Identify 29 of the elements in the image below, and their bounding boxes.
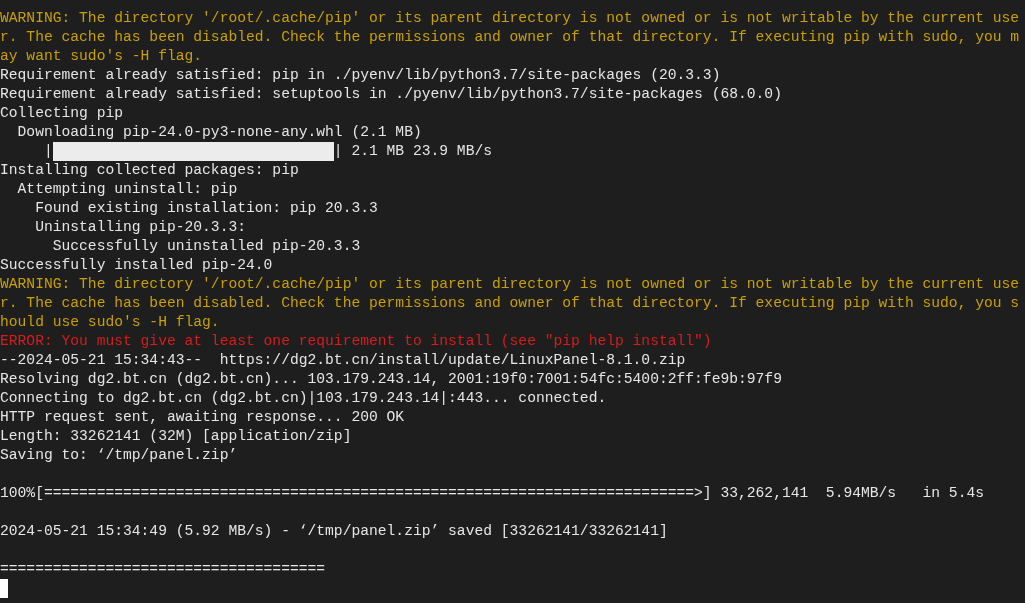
warning-line: ay want sudo's -H flag.: [0, 47, 203, 66]
output-line: Uninstalling pip-20.3.3:: [34, 218, 246, 237]
output-line: Length: 33262141 (32M) [application/zip]: [0, 427, 352, 446]
progress-bar-edge: |: [42, 142, 53, 161]
error-line: ERROR: You must give at least one requirement to install (see "pip help install"): [0, 332, 712, 351]
warning-line: r. The cache has been disabled. Check the permissions and owner of that directory. If executing pip with sudo, you m: [0, 28, 1020, 47]
warning-line: hould use sudo's -H flag.: [0, 313, 220, 332]
warning-line: r. The cache has been disabled. Check the permissions and owner of that directory. If executing pip with sudo, you s: [0, 294, 1020, 313]
output-line: Requirement already satisfied: pip in ./pyenv/lib/python3.7/site-packages (20.3.3): [0, 66, 721, 85]
output-line: Saving to: ‘/tmp/panel.zip’: [0, 446, 238, 465]
output-line: Connecting to dg2.bt.cn (dg2.bt.cn)|103.179.243.14|:443... connected.: [0, 389, 607, 408]
warning-line: WARNING: The directory '/root/.cache/pip' or its parent directory is not owned or is not writable by the current use: [0, 9, 1020, 28]
output-line: Resolving dg2.bt.cn (dg2.bt.cn)... 103.179.243.14, 2001:19f0:7001:54fc:5400:2ff:fe9b:97f9: [0, 370, 782, 389]
warning-line: WARNING: The directory '/root/.cache/pip' or its parent directory is not owned or is not writable by the current use: [0, 275, 1020, 294]
output-line: 100%[==========================================================================>] 33,262,141 5.94MB/s in 5.4s: [0, 484, 984, 503]
output-line: Successfully installed pip-24.0: [0, 256, 273, 275]
output-line: Attempting uninstall: pip: [16, 180, 238, 199]
output-line: 2024-05-21 15:34:49 (5.92 MB/s) - ‘/tmp/panel.zip’ saved [33262141/33262141]: [0, 522, 668, 541]
output-line: --2024-05-21 15:34:43-- https://dg2.bt.cn/install/update/LinuxPanel-8.1.0.zip: [0, 351, 686, 370]
output-line: Successfully uninstalled pip-20.3.3: [51, 237, 361, 256]
output-line: =====================================: [0, 560, 326, 579]
output-line: Installing collected packages: pip: [0, 161, 299, 180]
output-line: Collecting pip: [0, 104, 123, 123]
output-line: Found existing installation: pip 20.3.3: [34, 199, 378, 218]
progress-reading: | 2.1 MB 23.9 MB/s: [333, 142, 492, 161]
output-line: HTTP request sent, awaiting response... 200 OK: [0, 408, 405, 427]
text-cursor: [0, 579, 8, 598]
output-line: Requirement already satisfied: setuptools in ./pyenv/lib/python3.7/site-packages (68.0.0): [0, 85, 782, 104]
output-line: Downloading pip-24.0-py3-none-any.whl (2.1 MB): [16, 123, 422, 142]
